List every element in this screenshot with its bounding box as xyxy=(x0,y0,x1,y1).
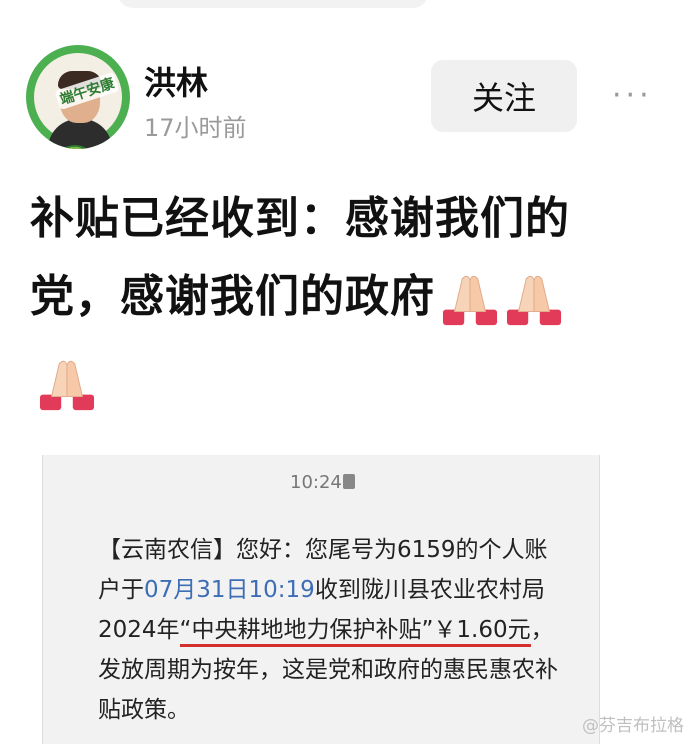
more-options-icon[interactable]: ··· xyxy=(612,78,653,113)
avatar[interactable]: 端午安康 xyxy=(26,45,130,149)
post-timestamp: 17小时前 xyxy=(144,114,247,142)
praying-hands-icon xyxy=(442,275,498,326)
praying-hands-icon xyxy=(506,275,562,326)
post-text-line2: 党，感谢我们的政府 xyxy=(30,271,435,322)
sms-sender: 【云南农信】 xyxy=(98,537,236,563)
post-text-line2-wrap: 党，感谢我们的政府 xyxy=(30,258,670,336)
sms-date: 07月31日10:19 xyxy=(144,577,315,603)
username[interactable]: 洪林 xyxy=(144,58,208,104)
search-bar-stub[interactable] xyxy=(118,0,428,8)
sms-amount: ￥1.60元 xyxy=(433,617,531,647)
post-text-line1: 补贴已经收到：感谢我们的 xyxy=(30,193,570,244)
sms-time: 10:24 xyxy=(290,472,342,493)
follow-button[interactable]: 关注 xyxy=(431,60,577,132)
sim-icon xyxy=(343,474,355,489)
post-body: 补贴已经收到：感谢我们的 党，感谢我们的政府 xyxy=(30,180,670,336)
watermark: @芬吉布拉格 xyxy=(582,716,684,736)
sms-message-body: 【云南农信】您好：您尾号为6159的个人账户于07月31日10:19收到陇川县农… xyxy=(98,530,568,730)
praying-hands-icon xyxy=(39,360,95,411)
sms-subsidy-name: “中央耕地地力保护补贴” xyxy=(179,617,434,647)
